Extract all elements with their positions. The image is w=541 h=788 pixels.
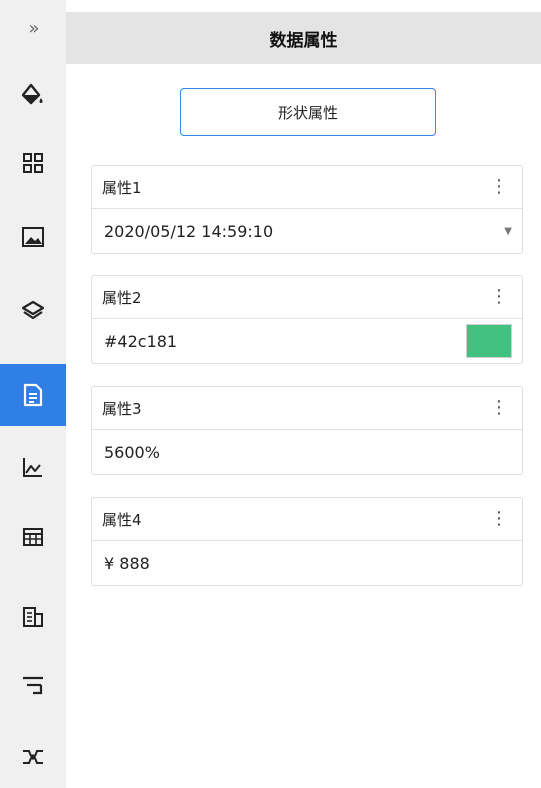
- panel-title: 数据属性: [66, 12, 541, 64]
- property-value: ¥ 888: [104, 553, 150, 573]
- property-value: 2020/05/12 14:59:10: [104, 221, 274, 241]
- grid-apps-icon: [23, 153, 43, 173]
- more-options-icon[interactable]: ⋮: [486, 288, 512, 306]
- sidebar-item-image[interactable]: [0, 206, 66, 268]
- sidebar-item-mindmap[interactable]: [0, 726, 66, 788]
- property-label: 属性1: [102, 178, 142, 197]
- sidebar-item-building[interactable]: [0, 586, 66, 648]
- property-label: 属性4: [102, 510, 142, 529]
- property-percent-field[interactable]: 5600%: [92, 430, 522, 474]
- dropdown-caret-icon: ▼: [504, 225, 512, 237]
- building-icon: [23, 607, 43, 627]
- data-document-icon: [23, 383, 43, 407]
- sidebar-item-components[interactable]: [0, 132, 66, 194]
- property-card-2: 属性2 ⋮ #42c181: [91, 275, 523, 364]
- property-value: 5600%: [104, 442, 160, 462]
- line-chart-icon: [23, 458, 42, 477]
- more-options-icon[interactable]: ⋮: [486, 510, 512, 528]
- double-chevron-right-icon: »: [28, 17, 39, 39]
- sidebar: »: [0, 0, 66, 788]
- property-value: #42c181: [104, 331, 178, 351]
- property-card-3: 属性3 ⋮ 5600%: [91, 386, 523, 475]
- sidebar-item-data[interactable]: [0, 364, 66, 426]
- sidebar-item-chart[interactable]: [0, 436, 66, 498]
- property-label: 属性2: [102, 288, 142, 307]
- data-properties-panel: 数据属性 形状属性 属性1 ⋮ 2020/05/12 14:59:10 ▼ 属性…: [66, 0, 541, 788]
- image-icon: [22, 227, 44, 247]
- table-icon: [23, 528, 43, 546]
- property-card-1: 属性1 ⋮ 2020/05/12 14:59:10 ▼: [91, 165, 523, 254]
- property-datetime-select[interactable]: 2020/05/12 14:59:10 ▼: [92, 209, 522, 253]
- network-icon: [23, 750, 43, 764]
- sidebar-item-fill[interactable]: [0, 64, 66, 126]
- more-options-icon[interactable]: ⋮: [486, 178, 512, 196]
- property-currency-field[interactable]: ¥ 888: [92, 541, 522, 585]
- sidebar-item-structure[interactable]: [0, 654, 66, 716]
- hierarchy-icon: [23, 676, 43, 695]
- property-card-4: 属性4 ⋮ ¥ 888: [91, 497, 523, 586]
- sidebar-item-table[interactable]: [0, 506, 66, 568]
- color-swatch[interactable]: [466, 324, 512, 358]
- property-label: 属性3: [102, 399, 142, 418]
- sidebar-item-layers[interactable]: [0, 280, 66, 342]
- expand-sidebar-button[interactable]: »: [0, 8, 66, 48]
- paint-bucket-icon: [21, 83, 43, 105]
- layers-icon: [21, 300, 45, 320]
- more-options-icon[interactable]: ⋮: [486, 399, 512, 417]
- shape-properties-button[interactable]: 形状属性: [180, 88, 436, 136]
- property-color-field[interactable]: #42c181: [92, 319, 522, 363]
